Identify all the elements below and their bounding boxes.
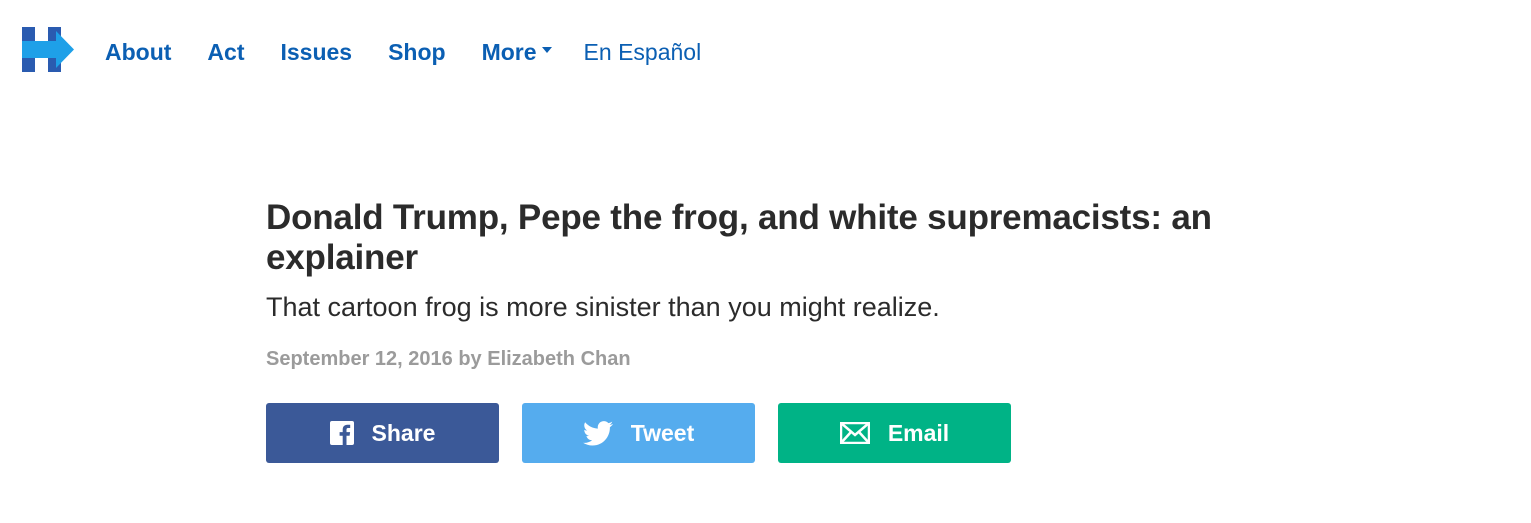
share-buttons: Share Tweet Email — [266, 403, 1326, 463]
article-headline: Donald Trump, Pepe the frog, and white s… — [266, 198, 1212, 277]
nav-issues-link[interactable]: Issues — [280, 39, 352, 66]
facebook-icon — [329, 421, 354, 445]
nav-act-link[interactable]: Act — [207, 39, 244, 66]
caret-down-icon — [541, 47, 552, 53]
facebook-share-label: Share — [371, 419, 436, 446]
envelope-icon — [839, 422, 870, 444]
hillary-h-logo-icon[interactable] — [22, 27, 74, 72]
nav-more-dropdown[interactable]: More — [482, 39, 552, 66]
article-dek: That cartoon frog is more sinister than … — [266, 292, 940, 322]
main-nav: About Act Issues Shop More En Español — [105, 34, 701, 70]
twitter-tweet-label: Tweet — [630, 419, 695, 446]
nav-shop-link[interactable]: Shop — [388, 39, 446, 66]
article-header: Donald Trump, Pepe the frog, and white s… — [266, 198, 1326, 463]
facebook-share-button[interactable]: Share — [266, 403, 499, 463]
twitter-icon — [582, 420, 613, 446]
email-share-label: Email — [887, 419, 950, 446]
email-share-button[interactable]: Email — [778, 403, 1011, 463]
twitter-tweet-button[interactable]: Tweet — [522, 403, 755, 463]
nav-more-label: More — [481, 38, 537, 65]
language-link-espanol[interactable]: En Español — [584, 39, 702, 66]
top-navigation: About Act Issues Shop More En Español — [0, 0, 1531, 100]
nav-about-link[interactable]: About — [105, 39, 171, 66]
article-byline: September 12, 2016 by Elizabeth Chan — [266, 348, 631, 370]
